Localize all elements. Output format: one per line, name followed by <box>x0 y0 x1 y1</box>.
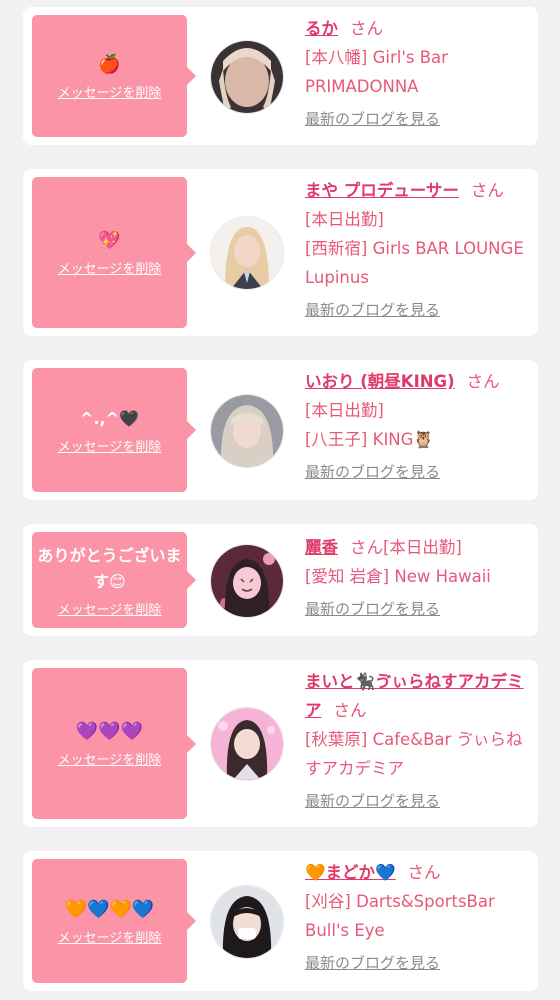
latest-blog-link[interactable]: 最新のブログを見る <box>305 787 525 816</box>
message-text: 💜💜💜 <box>75 721 144 742</box>
honorific: さん <box>470 181 504 200</box>
attendance-status: [本日出勤] <box>305 210 384 229</box>
avatar-image <box>211 41 283 113</box>
delete-message-link[interactable]: メッセージを削除 <box>58 436 162 455</box>
latest-blog-link[interactable]: 最新のブログを見る <box>305 458 525 487</box>
avatar-image <box>211 545 283 617</box>
entry-info: まいと🐈‍⬛ゔぃらねすアカデミア さん [秋葉原] Cafe&Bar ゔぃらねすア… <box>305 667 525 816</box>
avatar[interactable] <box>210 216 284 290</box>
entry-info: るか さん [本八幡] Girl's Bar PRIMADONNA 最新のブログを… <box>305 14 525 134</box>
avatar-image <box>211 708 283 780</box>
attendance-status: [本日出勤] <box>305 401 384 420</box>
shop-detail: [本八幡] Girl's Bar PRIMADONNA <box>305 48 448 96</box>
shop-detail: [刈谷] Darts&SportsBar Bull's Eye <box>305 892 495 940</box>
message-bubble: 🧡💙🧡💙 メッセージを削除 <box>32 859 196 983</box>
honorific: さん <box>466 372 500 391</box>
message-list: 🍎 メッセージを削除 るか さん [本八幡] Girl's Bar PRIMADO… <box>0 0 560 1000</box>
message-bubble: 💖 メッセージを削除 <box>32 177 196 328</box>
list-item: ^.,^🖤 メッセージを削除 いおり (朝昼KING) さん [本日出勤] [八王… <box>23 360 538 500</box>
avatar-image <box>211 395 283 467</box>
delete-message-link[interactable]: メッセージを削除 <box>58 599 162 618</box>
shop-detail: [秋葉原] Cafe&Bar ゔぃらねすアカデミア <box>305 730 523 778</box>
cast-name-link[interactable]: いおり (朝昼KING) <box>305 372 455 391</box>
message-text: 🧡💙🧡💙 <box>64 898 155 920</box>
avatar-image <box>211 886 283 958</box>
shop-detail: [愛知 岩倉] New Hawaii <box>305 567 491 586</box>
message-bubble: ありがとうございます😊 メッセージを削除 <box>32 532 196 628</box>
list-item: 💜💜💜 メッセージを削除 まいと🐈‍⬛ゔぃらねすアカデミア さん [秋葉原] Ca… <box>23 660 538 827</box>
list-item: ありがとうございます😊 メッセージを削除 麗香 さん[本日出勤] [愛知 岩倉] … <box>23 524 538 636</box>
entry-info: 麗香 さん[本日出勤] [愛知 岩倉] New Hawaii 最新のブログを見る <box>305 533 525 624</box>
message-text: ありがとうございます😊 <box>37 545 182 591</box>
shop-detail: [西新宿] Girls BAR LOUNGE Lupinus <box>305 239 524 287</box>
honorific: さん <box>333 701 367 720</box>
latest-blog-link[interactable]: 最新のブログを見る <box>305 949 525 978</box>
delete-message-link[interactable]: メッセージを削除 <box>58 927 162 946</box>
avatar[interactable] <box>210 40 284 114</box>
delete-message-link[interactable]: メッセージを削除 <box>58 749 162 768</box>
latest-blog-link[interactable]: 最新のブログを見る <box>305 296 525 325</box>
message-bubble: 🍎 メッセージを削除 <box>32 15 196 137</box>
cast-name-link[interactable]: まや プロデューサー <box>305 181 459 200</box>
avatar-image <box>211 217 283 289</box>
list-item: 💖 メッセージを削除 まや プロデューサー さん [本日出勤] [西新宿] Girl… <box>23 169 538 336</box>
cast-name-link[interactable]: るか <box>305 19 338 38</box>
entry-info: まや プロデューサー さん [本日出勤] [西新宿] Girls BAR LOUNG… <box>305 176 525 325</box>
cast-name-link[interactable]: 🧡まどか💙 <box>305 863 396 882</box>
message-text: ^.,^🖤 <box>80 408 139 428</box>
delete-message-link[interactable]: メッセージを削除 <box>58 258 162 277</box>
entry-info: いおり (朝昼KING) さん [本日出勤] [八王子] KING🦉 最新のブログ… <box>305 367 525 487</box>
shop-detail: [八王子] KING🦉 <box>305 430 434 449</box>
avatar[interactable] <box>210 707 284 781</box>
list-item: 🍎 メッセージを削除 るか さん [本八幡] Girl's Bar PRIMADO… <box>23 7 538 145</box>
cast-name-link[interactable]: 麗香 <box>305 538 338 557</box>
honorific: さん <box>350 538 383 557</box>
avatar[interactable] <box>210 394 284 468</box>
message-bubble: ^.,^🖤 メッセージを削除 <box>32 368 196 492</box>
attendance-status: [本日出勤] <box>383 538 462 557</box>
list-item: 🧡💙🧡💙 メッセージを削除 🧡まどか💙 さん [刈谷] Darts&SportsB… <box>23 851 538 991</box>
honorific: さん <box>350 19 383 38</box>
message-text: 🍎 <box>98 53 121 75</box>
avatar[interactable] <box>210 885 284 959</box>
latest-blog-link[interactable]: 最新のブログを見る <box>305 595 525 624</box>
delete-message-link[interactable]: メッセージを削除 <box>58 82 162 101</box>
message-text: 💖 <box>98 230 121 251</box>
honorific: さん <box>407 863 441 882</box>
latest-blog-link[interactable]: 最新のブログを見る <box>305 105 525 134</box>
entry-info: 🧡まどか💙 さん [刈谷] Darts&SportsBar Bull's Eye … <box>305 858 525 978</box>
avatar[interactable] <box>210 544 284 618</box>
message-bubble: 💜💜💜 メッセージを削除 <box>32 668 196 819</box>
